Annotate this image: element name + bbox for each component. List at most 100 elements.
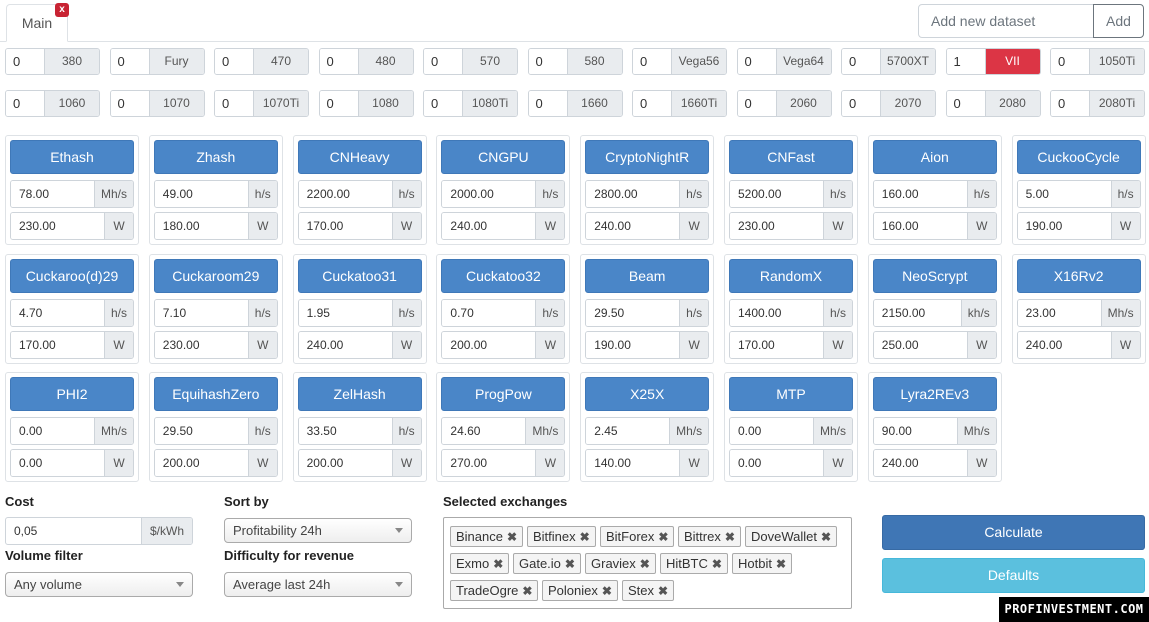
power-input-group[interactable]: 230.00 W <box>153 330 278 359</box>
gpu-name[interactable]: 570 <box>463 49 517 74</box>
power-value[interactable]: 200.00 <box>442 331 536 358</box>
algorithm-toggle-button[interactable]: Lyra2REv3 <box>872 377 997 412</box>
gpu-count[interactable]: 0 <box>1051 91 1090 116</box>
gpu-input-group[interactable]: 0 1070Ti <box>214 90 309 117</box>
power-input-group[interactable]: 200.00 W <box>441 330 566 359</box>
gpu-name[interactable]: 1070 <box>149 91 204 116</box>
hashrate-input-group[interactable]: 49.00 h/s <box>153 180 278 208</box>
hashrate-value[interactable]: 0.00 <box>11 418 94 445</box>
hashrate-value[interactable]: 29.50 <box>586 299 680 326</box>
exchange-chip[interactable]: Stex ✖ <box>622 580 675 601</box>
hashrate-input-group[interactable]: 24.60 Mh/s <box>441 417 566 446</box>
power-input-group[interactable]: 200.00 W <box>153 449 278 478</box>
gpu-input-group[interactable]: 0 380 <box>5 48 100 75</box>
hashrate-input-group[interactable]: 2.45 Mh/s <box>585 417 710 446</box>
power-value[interactable]: 230.00 <box>154 331 248 358</box>
exchange-chip[interactable]: Gate.io ✖ <box>513 553 581 574</box>
gpu-input-group[interactable]: 0 2070 <box>841 90 936 117</box>
power-value[interactable]: 240.00 <box>586 213 680 239</box>
gpu-input-group[interactable]: 0 1080Ti <box>423 90 518 117</box>
hashrate-input-group[interactable]: 2000.00 h/s <box>441 180 566 208</box>
exchange-chip[interactable]: Poloniex ✖ <box>542 580 618 601</box>
gpu-count[interactable]: 1 <box>946 49 986 74</box>
gpu-input-group[interactable]: 0 1050Ti <box>1050 48 1145 75</box>
gpu-input-group[interactable]: 0 1060 <box>5 90 100 117</box>
algorithm-toggle-button[interactable]: CNFast <box>729 140 853 174</box>
power-value[interactable]: 170.00 <box>730 331 823 358</box>
hashrate-input-group[interactable]: 23.00 Mh/s <box>1016 298 1141 327</box>
algorithm-toggle-button[interactable]: RandomX <box>729 258 853 293</box>
sort-by-select[interactable]: Profitability 24h <box>224 518 412 543</box>
gpu-input-group[interactable]: 0 1070 <box>109 90 205 117</box>
exchange-chip[interactable]: Hotbit ✖ <box>732 553 793 574</box>
hashrate-input-group[interactable]: 1400.00 h/s <box>729 298 853 327</box>
gpu-count[interactable]: 0 <box>110 49 150 74</box>
gpu-name[interactable]: Fury <box>149 49 204 74</box>
hashrate-input-group[interactable]: 29.50 h/s <box>153 417 278 446</box>
gpu-count[interactable]: 0 <box>633 91 672 116</box>
gpu-input-group[interactable]: 0 580 <box>527 48 623 75</box>
gpu-count[interactable]: 0 <box>215 91 254 116</box>
exchange-chip[interactable]: Binance ✖ <box>450 526 524 547</box>
hashrate-value[interactable]: 0.70 <box>442 299 536 326</box>
algorithm-toggle-button[interactable]: Cuckaroo(d)29 <box>10 258 134 293</box>
hashrate-value[interactable]: 5200.00 <box>730 181 823 207</box>
power-input-group[interactable]: 230.00 W <box>10 212 134 240</box>
gpu-name[interactable]: 1080Ti <box>463 91 517 116</box>
hashrate-input-group[interactable]: 7.10 h/s <box>153 298 278 327</box>
defaults-button[interactable]: Defaults <box>882 558 1145 593</box>
power-value[interactable]: 240.00 <box>873 450 967 477</box>
power-input-group[interactable]: 240.00 W <box>297 330 422 359</box>
hashrate-value[interactable]: 0.00 <box>730 418 813 445</box>
exchange-chip[interactable]: Exmo ✖ <box>450 553 510 574</box>
hashrate-value[interactable]: 4.70 <box>11 299 104 326</box>
gpu-count[interactable]: 0 <box>424 49 463 74</box>
power-input-group[interactable]: 270.00 W <box>441 449 566 478</box>
gpu-input-group[interactable]: 0 570 <box>423 48 518 75</box>
gpu-count[interactable]: 0 <box>633 49 672 74</box>
remove-icon[interactable]: ✖ <box>658 530 668 544</box>
hashrate-input-group[interactable]: 0.70 h/s <box>441 298 566 327</box>
hashrate-input-group[interactable]: 0.00 Mh/s <box>10 417 134 446</box>
power-value[interactable]: 200.00 <box>154 450 248 477</box>
gpu-input-group[interactable]: 0 1080 <box>318 90 414 117</box>
hashrate-input-group[interactable]: 1.95 h/s <box>297 298 422 327</box>
remove-icon[interactable]: ✖ <box>658 584 668 598</box>
power-input-group[interactable]: 170.00 W <box>729 330 853 359</box>
hashrate-input-group[interactable]: 29.50 h/s <box>585 298 710 327</box>
exchange-chip[interactable]: TradeOgre ✖ <box>450 580 539 601</box>
remove-icon[interactable]: ✖ <box>776 557 786 571</box>
hashrate-input-group[interactable]: 90.00 Mh/s <box>872 417 997 446</box>
gpu-name[interactable]: 5700XT <box>881 49 935 74</box>
exchange-chip[interactable]: HitBTC ✖ <box>660 553 728 574</box>
algorithm-toggle-button[interactable]: Zhash <box>153 140 278 174</box>
remove-icon[interactable]: ✖ <box>712 557 722 571</box>
gpu-count[interactable]: 0 <box>842 91 881 116</box>
power-input-group[interactable]: 250.00 W <box>872 330 997 359</box>
gpu-name[interactable]: 470 <box>254 49 308 74</box>
power-input-group[interactable]: 240.00 W <box>1016 330 1141 359</box>
gpu-count[interactable]: 0 <box>215 49 254 74</box>
remove-icon[interactable]: ✖ <box>725 530 735 544</box>
new-dataset-input[interactable] <box>918 4 1094 38</box>
hashrate-value[interactable]: 78.00 <box>11 181 94 207</box>
remove-icon[interactable]: ✖ <box>640 557 650 571</box>
add-dataset-button[interactable]: Add <box>1093 4 1144 38</box>
algorithm-toggle-button[interactable]: PHI2 <box>10 377 134 412</box>
hashrate-value[interactable]: 2800.00 <box>586 181 680 207</box>
cost-value[interactable]: 0,05 <box>6 518 141 544</box>
algorithm-toggle-button[interactable]: ZelHash <box>297 377 422 412</box>
power-value[interactable]: 190.00 <box>1017 213 1111 239</box>
gpu-input-group[interactable]: 0 Fury <box>109 48 205 75</box>
hashrate-value[interactable]: 2.45 <box>586 418 670 445</box>
remove-icon[interactable]: ✖ <box>522 584 532 598</box>
algorithm-toggle-button[interactable]: Beam <box>585 258 710 293</box>
gpu-count[interactable]: 0 <box>6 91 45 116</box>
gpu-name[interactable]: VII <box>985 49 1040 74</box>
power-input-group[interactable]: 190.00 W <box>585 330 710 359</box>
hashrate-value[interactable]: 24.60 <box>442 418 526 445</box>
hashrate-input-group[interactable]: 0.00 Mh/s <box>729 417 853 446</box>
algorithm-toggle-button[interactable]: Cuckatoo31 <box>297 258 422 293</box>
remove-icon[interactable]: ✖ <box>602 584 612 598</box>
power-value[interactable]: 0.00 <box>11 450 104 477</box>
